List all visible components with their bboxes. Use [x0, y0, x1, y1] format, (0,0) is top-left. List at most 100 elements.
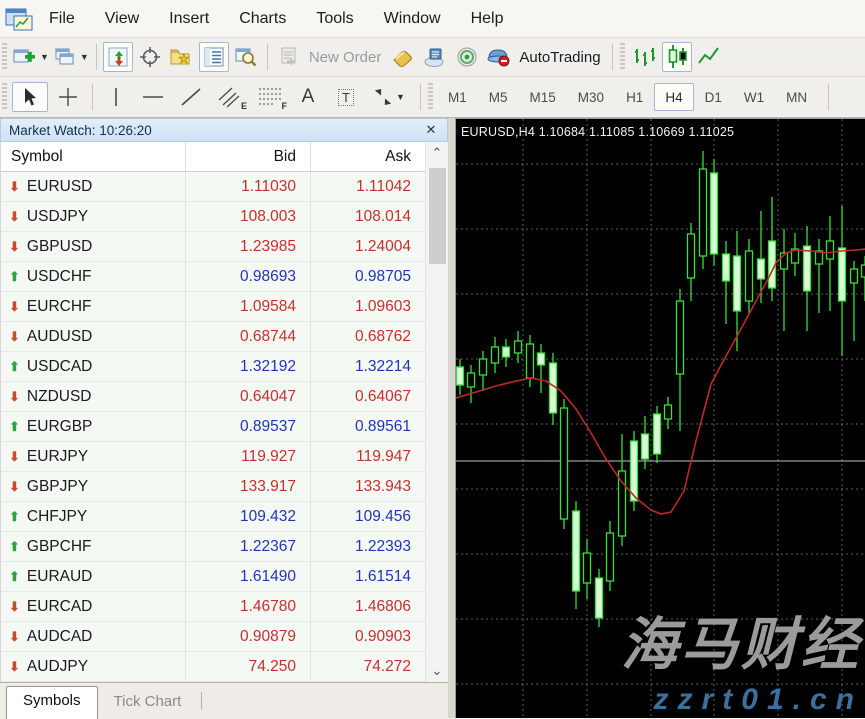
bid-cell: 1.11030 — [186, 172, 311, 201]
table-row-audcad[interactable]: ⬇AUDCAD0.908790.90903 — [1, 622, 425, 652]
tab-symbols[interactable]: Symbols — [6, 686, 98, 719]
new-chart-button[interactable]: ▼ — [12, 42, 50, 72]
timeframe-m1[interactable]: M1 — [437, 83, 478, 111]
bar-chart-mode-button[interactable] — [630, 42, 660, 72]
close-icon[interactable]: ✕ — [423, 122, 439, 138]
market-watch-scrollbar[interactable]: ⌃ ⌄ — [425, 142, 448, 682]
toolbar-grip[interactable] — [2, 43, 7, 71]
timeframe-mn[interactable]: MN — [775, 83, 818, 111]
table-row-eurcad[interactable]: ⬇EURCAD1.467801.46806 — [1, 592, 425, 622]
menu-tools[interactable]: Tools — [301, 3, 368, 35]
market-watch-toggle-button[interactable] — [199, 42, 229, 72]
cursor-tool-button[interactable] — [12, 82, 48, 112]
ask-cell: 1.09603 — [311, 292, 425, 322]
fibonacci-tool-button[interactable]: F — [251, 82, 289, 112]
table-row-eurchf[interactable]: ⬇EURCHF1.095841.09603 — [1, 292, 425, 322]
profiles-button[interactable]: ▼ — [52, 42, 90, 72]
toolbar-grip[interactable] — [2, 83, 7, 111]
new-order-label[interactable]: New Order — [309, 49, 382, 66]
bid-cell: 109.432 — [186, 502, 311, 531]
candlestick-mode-button[interactable] — [662, 42, 692, 72]
trend-up-icon: ⬆ — [9, 420, 20, 433]
autotrading-button[interactable] — [484, 42, 514, 72]
text-label-tool-button[interactable]: T — [327, 82, 365, 112]
chart-window[interactable]: EURUSD,H4 1.10684 1.11085 1.10669 1.1102… — [455, 118, 865, 718]
text-tool-button[interactable]: A — [291, 82, 325, 112]
trendline-tool-button[interactable] — [173, 82, 209, 112]
table-row-usdjpy[interactable]: ⬇USDJPY108.003108.014 — [1, 202, 425, 232]
toolbar-grip[interactable] — [620, 43, 625, 71]
menu-charts[interactable]: Charts — [224, 3, 301, 35]
table-row-audjpy[interactable]: ⬇AUDJPY74.25074.272 — [1, 652, 425, 682]
timeframe-m5[interactable]: M5 — [478, 83, 519, 111]
ask-cell: 108.014 — [311, 202, 425, 232]
community-button[interactable] — [420, 42, 450, 72]
menu-view[interactable]: View — [90, 3, 154, 35]
chart-shift-button[interactable] — [103, 42, 133, 72]
favorites-button[interactable]: ★ — [167, 42, 197, 72]
menu-window[interactable]: Window — [369, 3, 456, 35]
timeframe-m30[interactable]: M30 — [567, 83, 615, 111]
timeframe-w1[interactable]: W1 — [733, 83, 775, 111]
autotrading-label[interactable]: AutoTrading — [519, 49, 600, 66]
scroll-down-icon[interactable]: ⌄ — [432, 660, 443, 682]
trend-down-icon: ⬇ — [9, 480, 20, 493]
symbol-cell: AUDJPY — [27, 658, 88, 676]
table-row-gbpjpy[interactable]: ⬇GBPJPY133.917133.943 — [1, 472, 425, 502]
market-watch-titlebar[interactable]: Market Watch: 10:26:20 ✕ — [0, 118, 448, 142]
timeframe-d1[interactable]: D1 — [694, 83, 733, 111]
table-row-gbpusd[interactable]: ⬇GBPUSD1.239851.24004 — [1, 232, 425, 262]
crosshair-target-button[interactable] — [135, 42, 165, 72]
signals-button[interactable] — [452, 42, 482, 72]
table-row-chfjpy[interactable]: ⬆CHFJPY109.432109.456 — [1, 502, 425, 532]
table-row-usdcad[interactable]: ⬆USDCAD1.321921.32214 — [1, 352, 425, 382]
vertical-line-tool-button[interactable] — [99, 82, 133, 112]
scrollbar-thumb[interactable] — [429, 168, 446, 264]
timeframe-h1[interactable]: H1 — [615, 83, 654, 111]
toolbar-separator — [92, 84, 93, 110]
table-row-usdchf[interactable]: ⬆USDCHF0.986930.98705 — [1, 262, 425, 292]
trend-down-icon: ⬇ — [9, 630, 20, 643]
ask-cell: 1.32214 — [311, 352, 425, 382]
table-row-audusd[interactable]: ⬇AUDUSD0.687440.68762 — [1, 322, 425, 352]
new-order-button[interactable] — [274, 42, 304, 72]
table-row-gbpchf[interactable]: ⬆GBPCHF1.223671.22393 — [1, 532, 425, 562]
arrows-dropdown-caret[interactable]: ▼ — [396, 92, 405, 102]
menu-help[interactable]: Help — [456, 3, 519, 35]
trend-up-icon: ⬆ — [9, 540, 20, 553]
table-row-eurgbp[interactable]: ⬆EURGBP0.895370.89561 — [1, 412, 425, 442]
arrows-tool-button[interactable]: ▼ — [367, 82, 411, 112]
table-row-nzdusd[interactable]: ⬇NZDUSD0.640470.64067 — [1, 382, 425, 412]
fibonacci-f-label: F — [282, 101, 288, 111]
toolbar-grip[interactable] — [428, 83, 433, 111]
line-chart-mode-button[interactable] — [694, 42, 724, 72]
table-row-euraud[interactable]: ⬆EURAUD1.614901.61514 — [1, 562, 425, 592]
chart-shift-icon — [107, 46, 129, 68]
scroll-up-icon[interactable]: ⌃ — [432, 142, 443, 164]
column-header-ask[interactable]: Ask — [311, 142, 425, 171]
table-row-eurusd[interactable]: ⬇EURUSD1.110301.11042 — [1, 172, 425, 202]
column-header-bid[interactable]: Bid — [186, 142, 311, 171]
menu-file[interactable]: File — [34, 3, 90, 35]
bid-cell: 133.917 — [186, 472, 311, 501]
data-window-button[interactable] — [231, 42, 261, 72]
tab-tick-chart[interactable]: Tick Chart — [98, 688, 198, 718]
panel-splitter[interactable] — [448, 118, 455, 718]
symbol-cell: EURAUD — [27, 568, 92, 586]
profiles-dropdown-caret[interactable]: ▼ — [80, 52, 89, 62]
market-watch-title: Market Watch: 10:26:20 — [9, 123, 152, 138]
column-header-symbol[interactable]: Symbol — [1, 142, 186, 171]
text-label-icon: T — [338, 89, 354, 106]
equidistant-channel-tool-button[interactable]: E — [211, 82, 249, 112]
depth-of-market-button[interactable] — [388, 42, 418, 72]
crosshair-tool-button[interactable] — [50, 82, 86, 112]
ask-cell: 74.272 — [311, 652, 425, 682]
timeframe-h4[interactable]: H4 — [654, 83, 693, 111]
bid-cell: 0.90879 — [186, 622, 311, 651]
table-row-eurjpy[interactable]: ⬇EURJPY119.927119.947 — [1, 442, 425, 472]
timeframe-m15[interactable]: M15 — [519, 83, 567, 111]
autotrading-icon — [486, 46, 512, 68]
horizontal-line-tool-button[interactable] — [135, 82, 171, 112]
new-chart-dropdown-caret[interactable]: ▼ — [40, 52, 49, 62]
menu-insert[interactable]: Insert — [154, 3, 224, 35]
